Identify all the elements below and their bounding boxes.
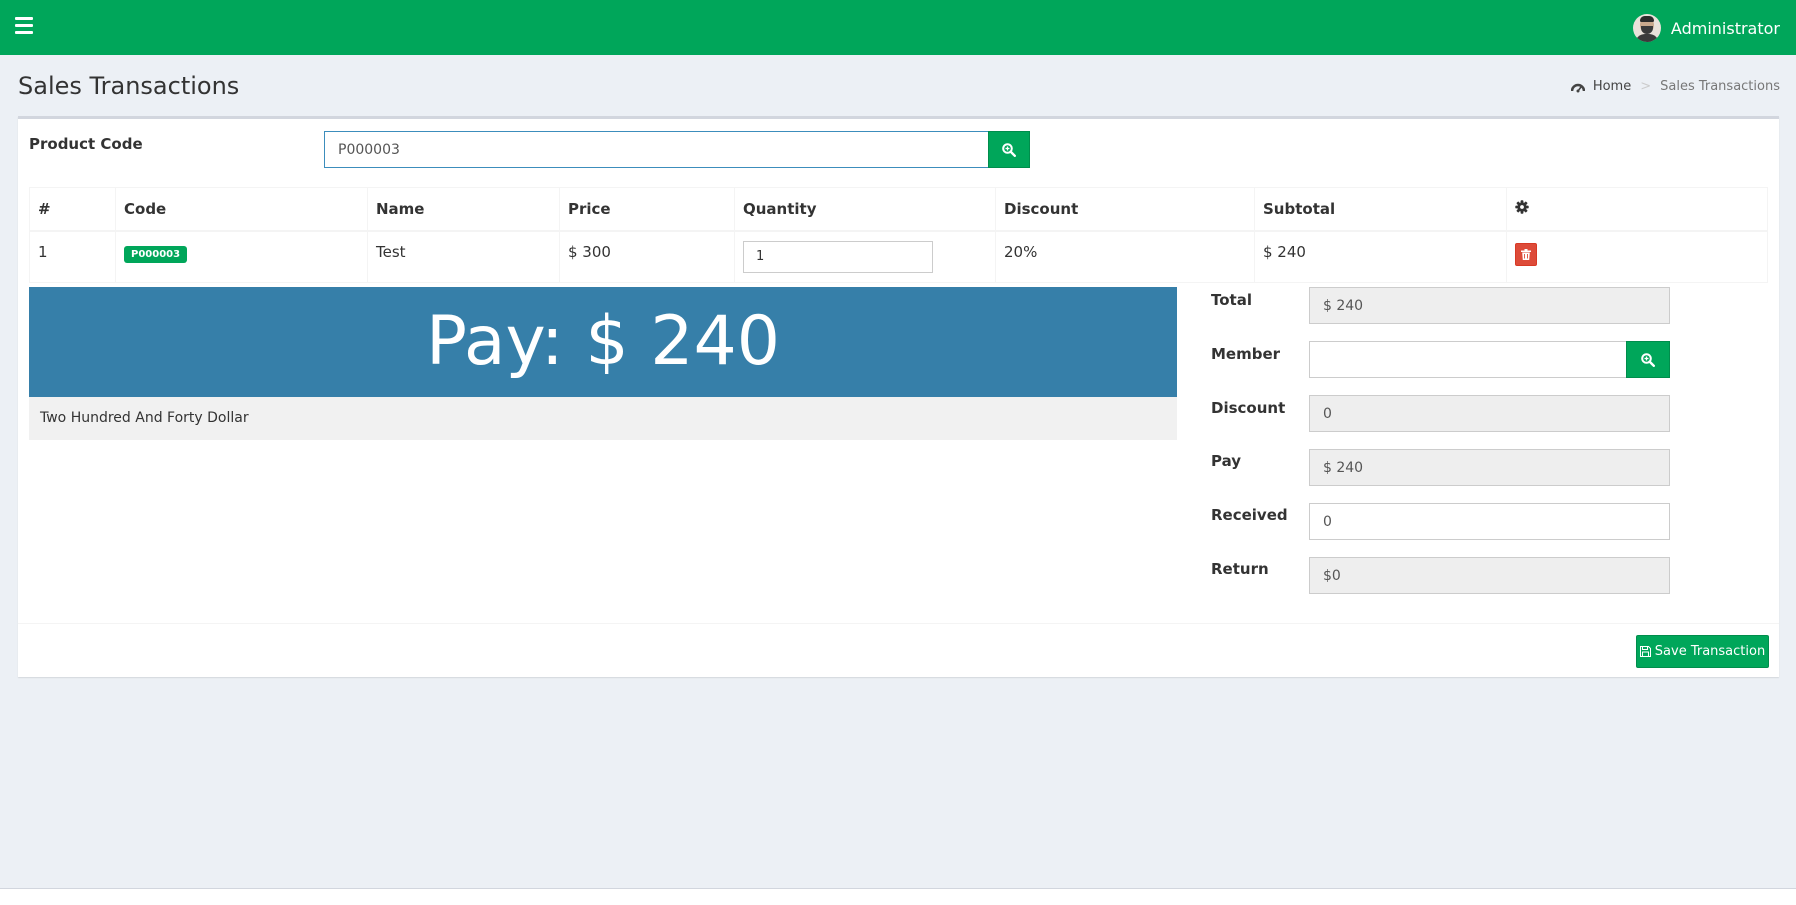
col-name: Name xyxy=(367,187,560,232)
product-code-input[interactable]: P000003 xyxy=(324,131,989,168)
row-code-cell: P000003 xyxy=(115,230,368,283)
pay-in-words: Two Hundred And Forty Dollar xyxy=(29,397,1177,440)
discount-label: Discount xyxy=(1211,399,1286,417)
gear-icon xyxy=(1515,200,1529,214)
trash-icon xyxy=(1521,248,1531,260)
product-code-badge: P000003 xyxy=(124,245,188,263)
member-search-button[interactable] xyxy=(1626,341,1670,378)
product-search-button[interactable] xyxy=(988,131,1030,168)
user-avatar xyxy=(1632,14,1661,42)
items-table: # Code Name Price Quantity Discount Subt… xyxy=(29,187,1768,283)
row-price: $ 300 xyxy=(559,230,735,283)
return-label: Return xyxy=(1211,560,1269,578)
col-quantity: Quantity xyxy=(734,187,996,232)
total-field: $ 240 xyxy=(1309,287,1670,324)
col-settings xyxy=(1506,187,1768,232)
top-navbar: Administrator xyxy=(0,0,1796,55)
page-title: Sales Transactions xyxy=(18,72,240,100)
member-label: Member xyxy=(1211,345,1281,363)
pay-label: Pay xyxy=(1211,452,1242,470)
dashboard-icon xyxy=(1570,83,1585,92)
save-icon xyxy=(1639,646,1651,657)
row-actions-cell xyxy=(1506,230,1768,283)
row-quantity-cell: 1 xyxy=(734,230,996,283)
row-subtotal: $ 240 xyxy=(1254,230,1507,283)
table-header-row: # Code Name Price Quantity Discount Subt… xyxy=(29,187,1768,232)
save-transaction-button[interactable]: Save Transaction xyxy=(1636,635,1769,668)
row-name: Test xyxy=(367,230,560,283)
search-icon xyxy=(1002,142,1016,157)
search-icon xyxy=(1641,352,1655,367)
delete-item-button[interactable] xyxy=(1515,242,1537,266)
discount-field: 0 xyxy=(1309,395,1670,432)
row-number: 1 xyxy=(29,230,116,283)
product-code-label: Product Code xyxy=(29,135,143,153)
pay-display: Pay: $ 240 xyxy=(29,287,1177,397)
transaction-box: Product Code P000003 # Code Name Price Q… xyxy=(18,116,1779,677)
quantity-input[interactable]: 1 xyxy=(743,240,933,273)
col-price: Price xyxy=(559,187,735,232)
pay-field: $ 240 xyxy=(1309,449,1670,486)
box-footer-divider xyxy=(18,623,1779,624)
page-footer xyxy=(0,889,1796,905)
breadcrumb-home[interactable]: Home xyxy=(1570,79,1632,94)
col-code: Code xyxy=(115,187,368,232)
breadcrumb: Home > Sales Transactions xyxy=(1570,79,1780,94)
hamburger-icon[interactable] xyxy=(15,17,33,37)
breadcrumb-separator: > xyxy=(1640,79,1652,94)
row-discount: 20% xyxy=(995,230,1255,283)
table-row: 1 P000003 Test $ 300 1 20% $ 240 xyxy=(29,230,1768,283)
return-field: $0 xyxy=(1309,557,1670,594)
received-label: Received xyxy=(1211,506,1288,524)
user-menu[interactable]: Administrator xyxy=(1632,14,1780,42)
breadcrumb-home-label: Home xyxy=(1592,79,1632,94)
breadcrumb-current: Sales Transactions xyxy=(1660,79,1780,94)
received-input[interactable]: 0 xyxy=(1309,503,1670,540)
user-name: Administrator xyxy=(1670,18,1780,38)
col-subtotal: Subtotal xyxy=(1254,187,1507,232)
member-input[interactable] xyxy=(1309,341,1627,378)
save-transaction-label: Save Transaction xyxy=(1654,644,1766,659)
col-number: # xyxy=(29,187,116,232)
col-discount: Discount xyxy=(995,187,1255,232)
total-label: Total xyxy=(1211,291,1252,309)
